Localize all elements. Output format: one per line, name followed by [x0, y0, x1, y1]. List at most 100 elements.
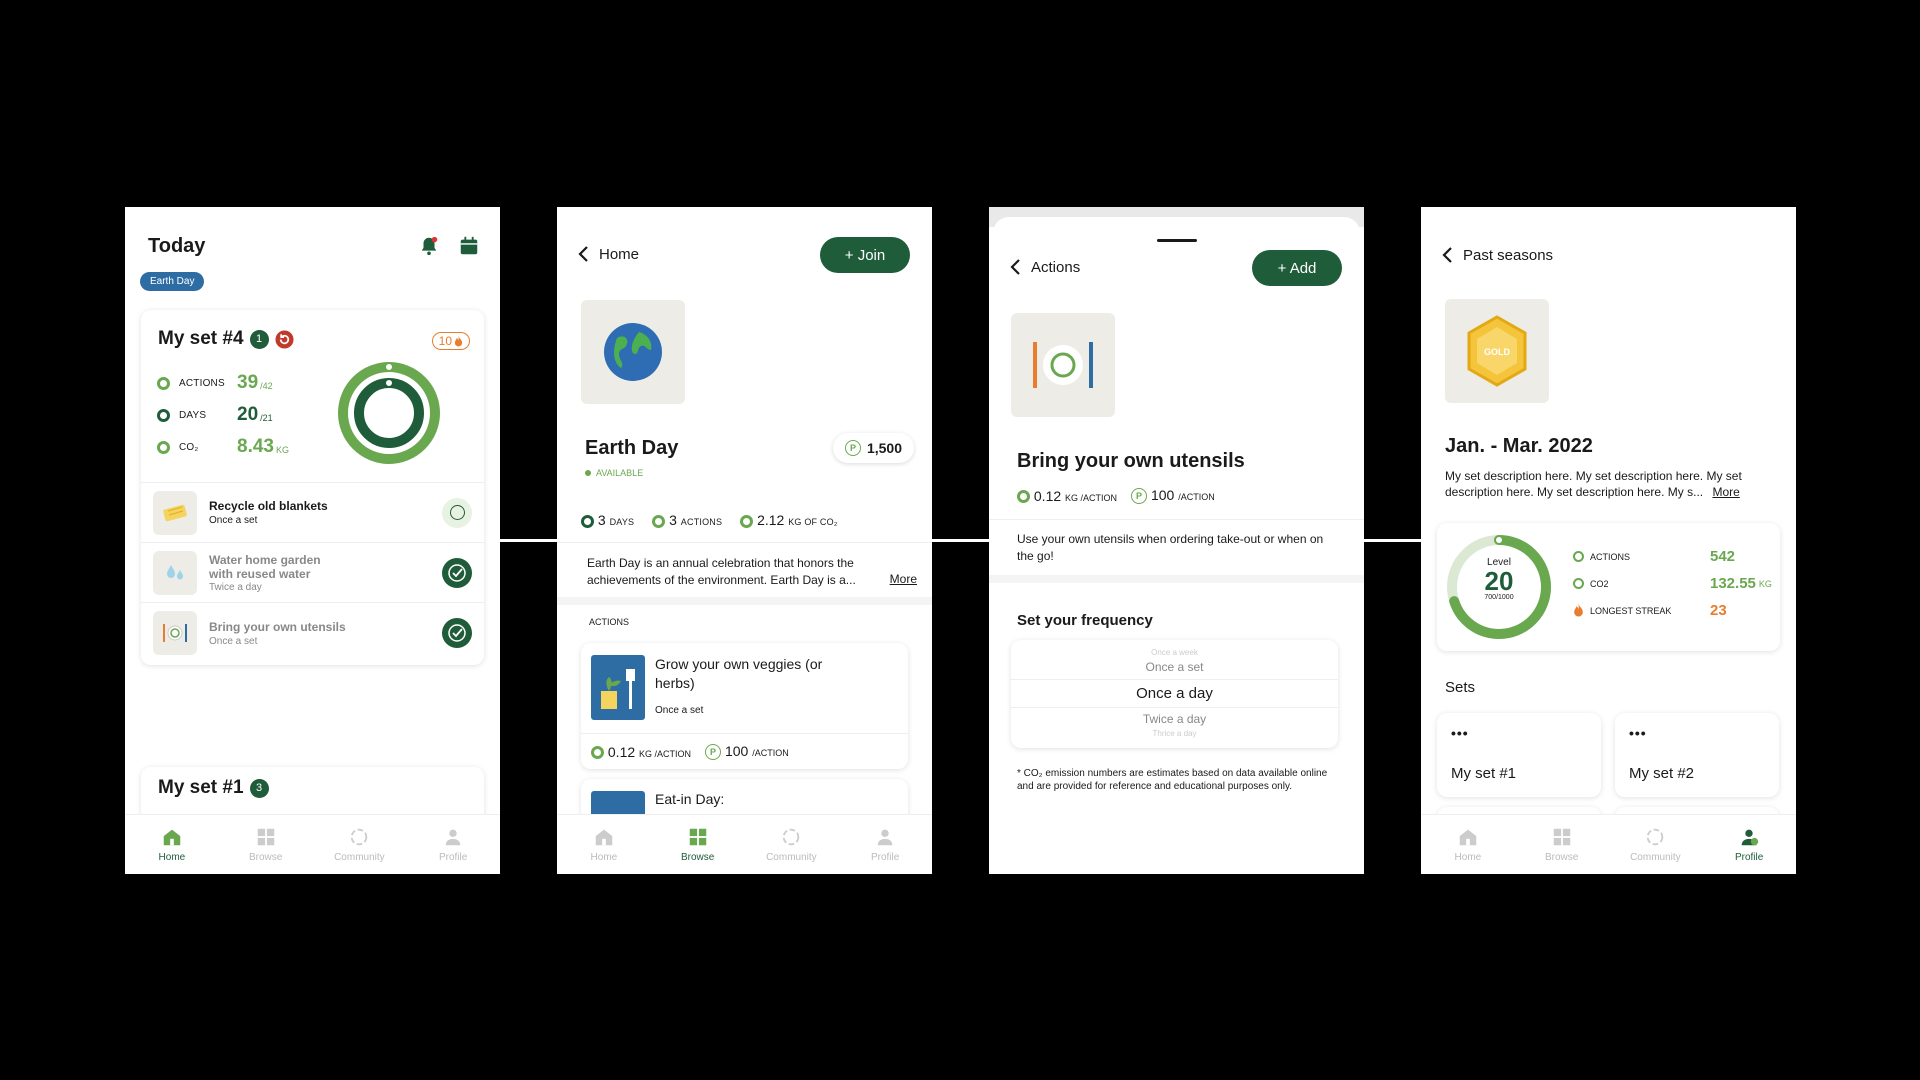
check-circle-icon[interactable] [442, 618, 472, 648]
action-stats: 0.12 KG /ACTION P 100 /ACTION [1017, 487, 1215, 505]
stat-label: CO2 [1590, 578, 1609, 589]
stat-row: LONGEST STREAK 23 [1573, 597, 1773, 624]
set-card[interactable]: My set #4 1 10 ACTIONS 39 /42 DAYS 20 /2… [141, 310, 484, 665]
tab-profile[interactable]: Profile [406, 815, 500, 874]
list-item[interactable]: Recycle old blankets Once a set [141, 483, 484, 543]
level-display: Level 20 700/1000 [1445, 557, 1553, 601]
back-button[interactable]: Home [577, 245, 639, 263]
utensils-icon [153, 611, 197, 655]
tab-browse[interactable]: Browse [1515, 815, 1609, 874]
community-icon [1647, 828, 1664, 846]
picker-option[interactable]: Once a set [1011, 660, 1338, 674]
blanket-icon [153, 490, 197, 535]
tab-community[interactable]: Community [745, 815, 839, 874]
bell-icon[interactable] [418, 235, 440, 257]
tab-label: Community [334, 852, 385, 863]
footnote: * CO₂ emission numbers are estimates bas… [1017, 768, 1328, 792]
level-value: 20 [1484, 566, 1514, 596]
list-item[interactable]: Water home garden with reused water Twic… [141, 543, 484, 603]
water-drops-icon [153, 550, 197, 595]
tab-browse[interactable]: Browse [651, 815, 745, 874]
stat-value: 39 [237, 372, 259, 393]
stat: 3 ACTIONS [652, 512, 722, 528]
co2-value: 0.12 [1033, 487, 1062, 504]
tab-label: Community [1630, 852, 1681, 863]
points-icon: P [844, 440, 861, 456]
tab-bar: Home Browse Community Profile [1421, 814, 1796, 874]
more-link[interactable]: More [890, 571, 917, 588]
tab-label: Profile [1734, 852, 1764, 863]
action-title: Water home garden with reused water [209, 552, 321, 581]
more-icon[interactable]: ••• [1629, 725, 1647, 741]
action-title: Eat-in Day: [655, 791, 725, 807]
stat-value: 132.55 [1710, 575, 1756, 592]
stat-label: DAYS [179, 409, 207, 421]
status-label: AVAILABLE [596, 468, 644, 478]
check-circle-icon[interactable] [442, 557, 472, 588]
grid-icon [257, 828, 274, 846]
picker-option[interactable]: Twice a day [1011, 712, 1338, 726]
actions-dot-icon [1573, 551, 1584, 562]
tab-community[interactable]: Community [313, 815, 407, 874]
more-link[interactable]: More [1712, 485, 1739, 499]
page-title: Bring your own utensils [1017, 450, 1245, 472]
action-frequency: Twice a day [209, 581, 262, 593]
level-progress: 700/1000 [1484, 594, 1514, 601]
description-text: Earth Day is an annual celebration that … [587, 556, 856, 587]
back-button[interactable]: Past seasons [1441, 246, 1553, 264]
picker-selected-option[interactable]: Once a day [1011, 679, 1338, 708]
set-title: My set #1 [158, 777, 244, 798]
action-title: Grow your own veggies (or herbs) [655, 656, 823, 691]
streak-badge: 10 [431, 332, 470, 350]
tab-label: Home [1454, 852, 1482, 863]
points-value: 1,500 [866, 440, 902, 456]
page-title: Jan. - Mar. 2022 [1445, 435, 1593, 457]
list-item[interactable]: Bring your own utensils Once a set [141, 603, 484, 663]
home-icon [595, 829, 613, 846]
frequency-picker[interactable]: Once a week Once a set Once a day Twice … [1011, 640, 1338, 748]
set-tile[interactable]: ••• My set #2 [1615, 713, 1779, 797]
add-button[interactable]: + Add [1252, 250, 1342, 286]
utensils-icon [1011, 313, 1115, 417]
tab-home[interactable]: Home [557, 815, 651, 874]
picker-option[interactable]: Thrice a day [1011, 729, 1338, 738]
profile-icon [445, 829, 461, 846]
chevron-left-icon [1010, 259, 1020, 275]
connector-line [1364, 539, 1422, 542]
connector-line [932, 539, 990, 542]
back-button[interactable]: Actions [1009, 258, 1080, 276]
event-badge[interactable]: Earth Day [140, 272, 205, 291]
actions-dot-icon [157, 376, 170, 390]
progress-rings [338, 362, 440, 464]
tab-profile[interactable]: Profile [1702, 815, 1796, 874]
tab-label: Browse [1544, 852, 1579, 863]
community-icon [783, 828, 800, 846]
stat-row: DAYS 20 /21 [157, 399, 297, 431]
tab-label: Profile [870, 852, 900, 863]
join-button[interactable]: + Join [820, 237, 910, 273]
more-icon[interactable]: ••• [1451, 725, 1469, 741]
picker-option[interactable]: Once a week [1011, 648, 1338, 657]
set-tile[interactable]: ••• My set #1 [1437, 713, 1601, 797]
stat-unit: /21 [260, 412, 273, 423]
back-label: Home [599, 245, 640, 263]
tab-home[interactable]: Home [125, 815, 219, 874]
tab-label: Community [766, 852, 817, 863]
tab-browse[interactable]: Browse [219, 815, 313, 874]
back-label: Past seasons [1463, 246, 1554, 264]
tab-home[interactable]: Home [1421, 815, 1515, 874]
streak-value: 10 [438, 334, 452, 348]
incomplete-checkbox[interactable] [442, 497, 472, 528]
action-card[interactable]: Grow your own veggies (or herbs) Once a … [581, 643, 908, 769]
calendar-icon[interactable] [458, 235, 480, 257]
stat-label: ACTIONS [179, 377, 225, 389]
medal-label: GOLD [1484, 347, 1510, 357]
points-badge: P 1,500 [833, 433, 914, 463]
tab-community[interactable]: Community [1609, 815, 1703, 874]
gold-medal-icon: GOLD [1445, 299, 1549, 403]
tab-profile[interactable]: Profile [838, 815, 932, 874]
stat-value: 23 [1710, 602, 1727, 619]
refresh-icon[interactable] [275, 329, 294, 349]
stat-unit: KG [275, 444, 289, 455]
sheet-handle[interactable] [1157, 239, 1197, 242]
